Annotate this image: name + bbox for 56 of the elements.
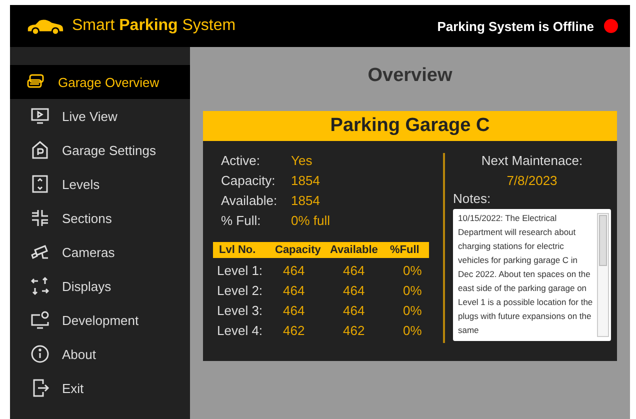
sidebar-item[interactable]: Sections (10, 201, 190, 235)
sidebar-item[interactable]: Displays (10, 269, 190, 303)
table-cell-text: Level 3: (217, 303, 264, 318)
sidebar-item[interactable]: Live View (10, 99, 190, 133)
car-icon (26, 16, 64, 36)
sidebar-item[interactable]: Garage Settings (10, 133, 190, 167)
stat-value: 0% full (291, 213, 332, 228)
sidebar-item[interactable]: Development (10, 303, 190, 337)
stat-label: % Full: (221, 213, 262, 228)
column-header: Available (330, 243, 379, 258)
column-header: %Full (390, 243, 420, 258)
table-cell-text: 0% (403, 283, 423, 298)
stat-value: Yes (291, 153, 314, 168)
sections-icon (30, 208, 50, 228)
stat-label: Active: (221, 153, 262, 168)
sidebar-item[interactable]: About (10, 337, 190, 371)
status-dot (604, 19, 618, 33)
table-cell-text: 462 (283, 323, 306, 338)
monitor-play-icon (30, 106, 50, 126)
table-cell-text: 464 (283, 303, 306, 318)
sidebar-item[interactable]: Garage Overview (10, 65, 190, 99)
stat-label: Capacity: (221, 173, 276, 188)
table-cell-text: 464 (283, 263, 306, 278)
levels-icon (30, 174, 50, 194)
arrows-icon (30, 276, 50, 296)
table-cell-text: Level 1: (217, 263, 264, 278)
sidebar-item[interactable]: Levels (10, 167, 190, 201)
table-cell-text: 464 (343, 303, 366, 318)
column-header: Capacity (275, 243, 322, 258)
table-cell-text: 0% (403, 323, 423, 338)
scrollbar[interactable] (597, 213, 609, 337)
table-cell-text: 0% (403, 303, 423, 318)
table-cell-text: Level 2: (217, 283, 264, 298)
house-p-icon (30, 140, 50, 160)
page-heading: Overview (368, 65, 452, 87)
table-cell-text: 462 (343, 323, 366, 338)
info-icon (30, 344, 50, 364)
column-header: Lvl No. (219, 243, 257, 258)
stat-value: 1854 (291, 193, 321, 208)
table-cell-text: 464 (283, 283, 306, 298)
maintenance-label: Next Maintenace: (480, 153, 584, 168)
status-text: Parking System is Offline (437, 18, 594, 34)
maintenance-date: 7/8/2023 (506, 173, 558, 188)
notes-field[interactable]: 10/15/2022: The Electrical Department will research about charging stations for electric vehicles for parking garage C in Dec 2022. About ten spaces on the east side of the parking garage on Level 1 is a possible location for the plugs with future expansions on the same (453, 209, 611, 341)
camera-icon (30, 242, 50, 262)
notes-label: Notes: (453, 191, 492, 206)
card-title: Parking Garage C (203, 111, 617, 141)
table-cell-text: Level 4: (217, 323, 264, 338)
table-cell-text: 464 (343, 283, 366, 298)
stat-value: 1854 (291, 173, 321, 188)
table-cell-text: 0% (403, 263, 423, 278)
sidebar-item[interactable]: Cameras (10, 235, 190, 269)
sidebar-item[interactable]: Exit (10, 371, 190, 405)
stat-label: Available: (221, 193, 278, 208)
app-title: Smart Parking System (72, 17, 236, 35)
table-cell-text: 464 (343, 263, 366, 278)
